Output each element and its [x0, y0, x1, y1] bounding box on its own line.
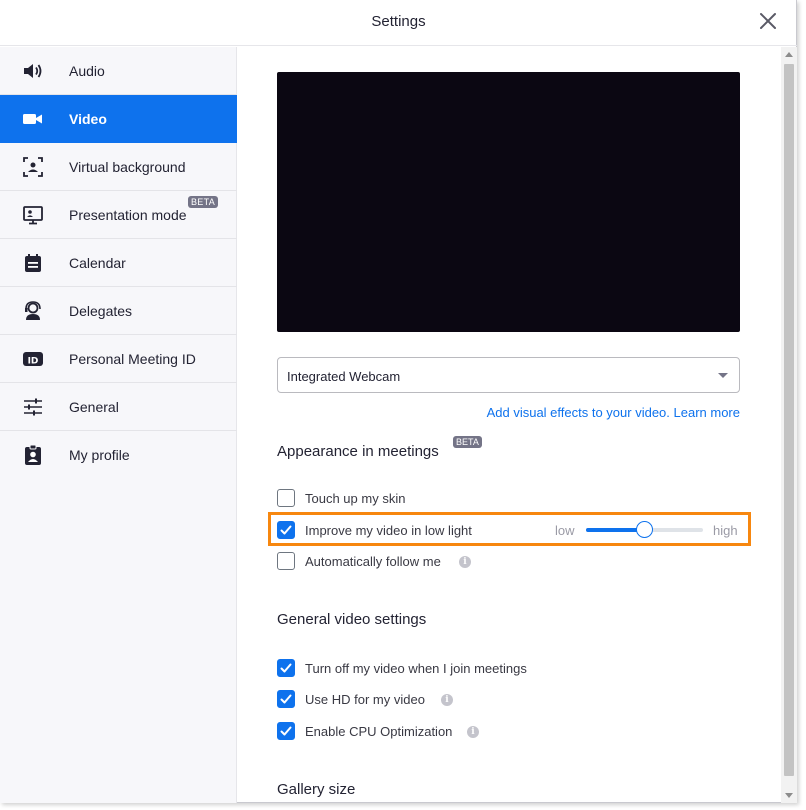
sidebar-item-video[interactable]: Video — [0, 95, 237, 143]
sidebar-item-audio[interactable]: Audio — [0, 47, 237, 95]
beta-badge: BETA — [188, 196, 219, 208]
window-title: Settings — [371, 13, 426, 30]
profile-icon — [22, 444, 44, 466]
general-video-section-title: General video settings — [277, 611, 427, 628]
info-icon[interactable]: i — [441, 694, 453, 706]
follow-me-checkbox[interactable] — [277, 552, 295, 570]
sidebar-item-label: Delegates — [69, 303, 133, 319]
sidebar-item-virtual-background[interactable]: Virtual background — [0, 143, 237, 191]
sidebar-item-my-profile[interactable]: My profile — [0, 431, 237, 479]
effects-links: Add visual effects to your video. Learn … — [277, 405, 740, 420]
sidebar: Audio Video Virtual background Presentat… — [0, 47, 237, 803]
cpu-optimization-label: Enable CPU Optimization — [305, 724, 453, 739]
sliders-icon — [22, 396, 44, 418]
sidebar-item-personal-meeting-id[interactable]: ID Personal Meeting ID — [0, 335, 237, 383]
svg-text:ID: ID — [28, 357, 39, 367]
settings-window: Settings Audio Video Virtual background — [0, 0, 797, 803]
learn-more-link[interactable]: Learn more — [674, 405, 740, 420]
info-icon[interactable]: i — [467, 726, 479, 738]
touch-up-label: Touch up my skin — [305, 491, 406, 506]
info-icon[interactable]: i — [459, 556, 471, 568]
follow-me-label: Automatically follow me — [305, 554, 441, 569]
id-badge-icon: ID — [22, 348, 44, 370]
close-icon[interactable] — [757, 10, 779, 32]
scroll-up-arrow-icon[interactable] — [785, 52, 793, 57]
virtual-background-icon — [22, 156, 44, 178]
slider-low-label: low — [555, 523, 575, 538]
video-preview — [277, 72, 740, 332]
slider-high-label: high — [713, 523, 738, 538]
sidebar-item-label: Calendar — [69, 255, 126, 271]
gallery-size-section-title: Gallery size — [277, 781, 356, 798]
add-visual-effects-link[interactable]: Add visual effects to your video. — [487, 405, 670, 420]
sidebar-item-label: Video — [69, 111, 107, 127]
camera-select-value: Integrated Webcam — [287, 369, 401, 384]
low-light-label: Improve my video in low light — [305, 523, 472, 538]
low-light-slider-thumb[interactable] — [636, 521, 653, 538]
sidebar-item-label: Presentation mode — [69, 207, 187, 223]
turn-off-video-label: Turn off my video when I join meetings — [305, 661, 527, 676]
presentation-icon — [22, 204, 44, 226]
scroll-down-arrow-icon[interactable] — [785, 793, 793, 798]
cpu-optimization-checkbox[interactable] — [277, 722, 295, 740]
low-light-checkbox[interactable] — [277, 521, 295, 539]
sidebar-item-label: My profile — [69, 447, 130, 463]
use-hd-checkbox[interactable] — [277, 690, 295, 708]
calendar-icon — [22, 252, 44, 274]
turn-off-video-checkbox[interactable] — [277, 659, 295, 677]
chevron-down-icon — [718, 373, 728, 378]
appearance-section-title: Appearance in meetings — [277, 443, 439, 460]
scrollbar[interactable] — [781, 47, 797, 803]
video-camera-icon — [22, 108, 44, 130]
sidebar-item-label: Virtual background — [69, 159, 186, 175]
camera-select[interactable]: Integrated Webcam — [277, 357, 740, 393]
use-hd-label: Use HD for my video — [305, 692, 425, 707]
sidebar-item-general[interactable]: General — [0, 383, 237, 431]
beta-badge: BETA — [453, 436, 482, 448]
sidebar-item-label: Personal Meeting ID — [69, 351, 196, 367]
touch-up-checkbox[interactable] — [277, 489, 295, 507]
sidebar-item-delegates[interactable]: Delegates — [0, 287, 237, 335]
sidebar-item-calendar[interactable]: Calendar — [0, 239, 237, 287]
sidebar-item-label: Audio — [69, 63, 105, 79]
sidebar-item-label: General — [69, 399, 119, 415]
scrollbar-thumb[interactable] — [784, 64, 794, 776]
delegates-icon — [22, 300, 44, 322]
speaker-icon — [22, 60, 44, 82]
title-bar: Settings — [0, 0, 797, 46]
video-settings-panel: Integrated Webcam Add visual effects to … — [238, 47, 781, 803]
